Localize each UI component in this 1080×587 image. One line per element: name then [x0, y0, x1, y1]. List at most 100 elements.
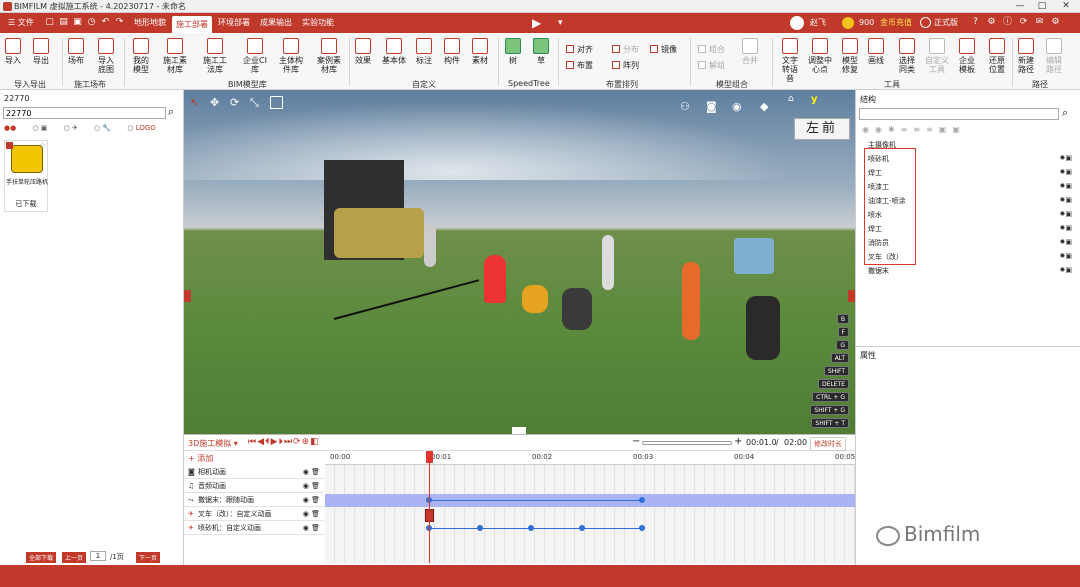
tree-button[interactable]: 树 [505, 38, 521, 65]
track-row[interactable]: ✈ 喷砂机：自定义动画 ◉ 🗑 [184, 521, 324, 535]
track-row[interactable]: ◙ 相机动画 ◉ 🗑 [184, 465, 324, 479]
visibility-toggle-icon[interactable]: ✹▣ [1052, 224, 1072, 232]
draw-line-button[interactable]: 画线 [868, 38, 884, 65]
move-tool-icon[interactable]: ✥ [210, 96, 219, 109]
track-ops[interactable]: ◉ 🗑 [303, 521, 320, 535]
custom-tool-button[interactable]: 自定义工具 [924, 38, 950, 74]
tree-item[interactable]: 喷水 [868, 210, 882, 220]
cube-view-icon[interactable]: ◆ [760, 100, 768, 113]
visibility-toggle-icon[interactable]: ✹▣ [1052, 238, 1072, 246]
tree-item[interactable]: 油漆工-喷涂 [868, 196, 906, 206]
eye-icon[interactable]: ◉ [875, 125, 888, 134]
rotate-tool-icon[interactable]: ⟳ [230, 96, 239, 109]
eye-icon[interactable]: ◉ [862, 125, 875, 134]
eye-icon[interactable]: ◉ [732, 100, 742, 113]
shortcut-g[interactable]: G [836, 340, 849, 350]
my-models-button[interactable]: 我的模型 [130, 38, 152, 74]
worker-figure[interactable] [424, 225, 436, 267]
shortcut-shift-g[interactable]: SHIFT + G [810, 405, 849, 415]
adjust-center-button[interactable]: 调整中心点 [807, 38, 833, 74]
help-icon[interactable]: ? [970, 17, 981, 28]
recharge-link[interactable]: 金币充值 [876, 13, 916, 33]
save-icon[interactable]: ▣ [72, 17, 83, 28]
painter-figure[interactable] [602, 235, 614, 290]
welder-figure[interactable] [522, 285, 548, 313]
play-icon[interactable]: ▶ [532, 16, 541, 30]
left-collapse-handle[interactable] [184, 290, 191, 302]
site-layout-button[interactable]: 场布 [68, 38, 84, 65]
favorite-star-icon[interactable]: ☆ [39, 141, 46, 150]
visibility-toggle-icon[interactable]: ✹▣ [1052, 266, 1072, 274]
worker-figure[interactable] [682, 262, 700, 340]
sync-icon[interactable]: ⟳ [1018, 17, 1029, 28]
tree-item[interactable]: 焊工 [868, 168, 882, 178]
component-button[interactable]: 构件 [444, 38, 460, 65]
view-cube[interactable]: 左前 [794, 118, 850, 140]
play-menu-chevron-icon[interactable]: ▾ [558, 18, 563, 28]
zoom-slider[interactable] [642, 441, 732, 445]
redo-icon[interactable]: ↷ [114, 17, 125, 28]
structure-search-input[interactable] [859, 108, 1059, 120]
message-icon[interactable]: ✉ [1034, 17, 1045, 28]
water-machine[interactable] [734, 238, 774, 274]
next-page-button[interactable]: 下一页 [136, 552, 161, 563]
select-tool-icon[interactable]: ↖ [190, 96, 199, 109]
modify-duration-button[interactable]: 修改时长 [810, 437, 846, 451]
scale-tool-icon[interactable]: ⤡ [250, 96, 259, 110]
playhead-line[interactable] [429, 451, 430, 563]
track-ops[interactable]: ◉ 🗑 [303, 465, 320, 479]
select-same-button[interactable]: 选择同类 [896, 38, 918, 74]
tab-terrain[interactable]: 地形地貌 [130, 13, 170, 33]
settings-icon[interactable]: ⚙ [986, 17, 997, 28]
visibility-toggle-icon[interactable]: ✹▣ [1052, 210, 1072, 218]
shortcut-shift[interactable]: SHIFT [823, 366, 849, 376]
firefighter-figure[interactable] [746, 296, 780, 360]
layout-button[interactable]: 布置 [566, 60, 593, 71]
welder-figure[interactable] [562, 288, 592, 330]
import-button[interactable]: 导入 [5, 38, 21, 65]
track-row[interactable]: ♫ 音频动画 ◉ 🗑 [184, 479, 324, 493]
list-icon[interactable]: ≡ [901, 125, 914, 134]
keyframe[interactable] [528, 525, 534, 531]
search-icon[interactable]: ⌕ [1062, 106, 1068, 120]
shortcut-b[interactable]: B [836, 314, 849, 324]
new-path-button[interactable]: 新建路径 [1016, 38, 1036, 74]
effects-button[interactable]: 效果 [355, 38, 371, 65]
component-library-button[interactable]: 主体构件库 [276, 38, 306, 74]
group-button[interactable]: 组合 [698, 44, 725, 55]
material-library-button[interactable]: 施工素材库 [162, 38, 188, 74]
text-to-speech-button[interactable]: 文字转语音 [779, 38, 801, 83]
tree-item[interactable]: 叉车（改） [868, 252, 903, 262]
tab-radio[interactable]: ○ 🔧 [94, 124, 111, 132]
sandblaster-tank[interactable] [484, 255, 506, 303]
enterprise-template-button[interactable]: 企业模板 [956, 38, 978, 74]
list-icon[interactable]: ≡ [913, 125, 926, 134]
forklift-body[interactable] [334, 208, 424, 258]
distribute-button[interactable]: 分布 [612, 44, 639, 55]
keyframe[interactable] [477, 525, 483, 531]
download-all-button[interactable]: 全部下载 [26, 552, 57, 563]
visibility-toggle-icon[interactable]: ✹▣ [1052, 168, 1072, 176]
ungroup-button[interactable]: 解组 [698, 60, 725, 71]
right-collapse-handle[interactable] [848, 290, 855, 302]
track-ops[interactable]: ◉ 🗑 [303, 479, 320, 493]
new-icon[interactable]: ▢ [44, 17, 55, 28]
tree-item[interactable]: 喷漆工 [868, 182, 889, 192]
case-library-button[interactable]: 案例素材库 [314, 38, 344, 74]
prev-page-button[interactable]: 上一页 [62, 552, 87, 563]
tab-logo[interactable]: ○ LOGO [127, 124, 155, 132]
merge-button[interactable]: 合并 [742, 38, 758, 65]
annotation-button[interactable]: 标注 [416, 38, 432, 65]
visibility-toggle-icon[interactable]: ✹▣ [1052, 154, 1072, 162]
tree-item[interactable]: 焊工 [868, 224, 882, 234]
material-button[interactable]: 素材 [472, 38, 488, 65]
file-menu[interactable]: ☰ 文件 [4, 13, 38, 33]
snowflake-icon[interactable]: ✱ [888, 125, 901, 134]
grass-button[interactable]: 草 [533, 38, 549, 65]
track-row[interactable]: ✈ 叉车（改）：自定义动画 ◉ 🗑 [184, 507, 324, 521]
history-icon[interactable]: ◷ [86, 17, 97, 28]
group-icon[interactable]: ▣ [952, 125, 966, 134]
mirror-button[interactable]: 镜像 [650, 44, 677, 55]
edit-path-button[interactable]: 编辑路径 [1044, 38, 1064, 74]
tab-experimental[interactable]: 实验功能 [298, 13, 338, 33]
